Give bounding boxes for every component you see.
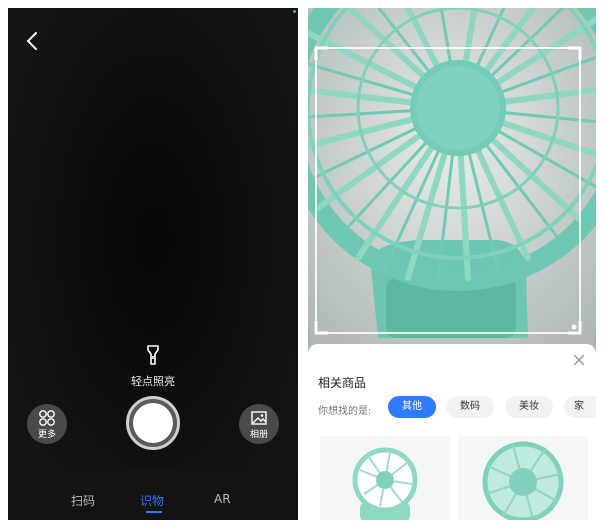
active-mode-indicator: [146, 511, 162, 513]
mode-recognize[interactable]: 识物: [140, 492, 164, 509]
shutter-button[interactable]: [126, 396, 180, 450]
chip-other[interactable]: 其他: [388, 396, 436, 418]
product-image: [320, 436, 450, 520]
image-icon: [251, 411, 267, 425]
recognition-screen: 相关商品 你想找的是: 其他 数码 美妆 家: [308, 8, 596, 520]
results-sheet: 相关商品 你想找的是: 其他 数码 美妆 家: [308, 344, 596, 520]
back-chevron-icon[interactable]: [22, 30, 44, 52]
chip-beauty[interactable]: 美妆: [505, 396, 553, 418]
album-button[interactable]: 相册: [239, 404, 279, 444]
more-label: 更多: [37, 430, 56, 440]
grid-icon: [39, 410, 55, 426]
camera-screen: 轻点照亮 更多 相册 扫码 识物 AR: [8, 8, 298, 520]
chip-digital[interactable]: 数码: [446, 396, 494, 418]
flashlight-label: 轻点照亮: [131, 375, 175, 388]
mode-ar[interactable]: AR: [214, 492, 231, 506]
product-card[interactable]: [458, 436, 588, 520]
album-label: 相册: [249, 430, 268, 440]
mode-bar: 扫码 识物 AR: [8, 470, 298, 520]
fan-photo: [308, 8, 596, 353]
results-question: 你想找的是:: [318, 406, 372, 417]
flashlight-icon: [142, 344, 164, 366]
product-image: [458, 436, 588, 520]
results-title: 相关商品: [318, 376, 367, 390]
close-icon[interactable]: [572, 352, 586, 366]
status-dot: [293, 10, 296, 13]
more-button[interactable]: 更多: [27, 404, 67, 444]
product-card[interactable]: [320, 436, 450, 520]
chip-home[interactable]: 家: [564, 396, 596, 418]
flashlight-toggle[interactable]: 轻点照亮: [8, 344, 298, 389]
shutter-inner: [133, 403, 173, 443]
mode-scan[interactable]: 扫码: [71, 492, 95, 509]
